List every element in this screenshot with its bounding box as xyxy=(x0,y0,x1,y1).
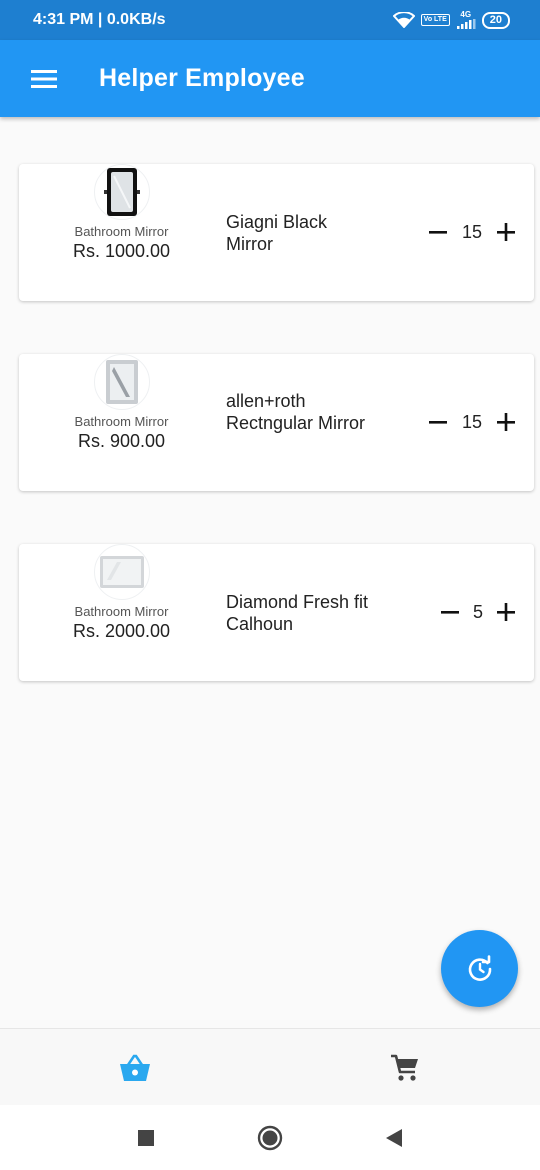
status-bar: 4:31 PM | 0.0KB/s Vo LTE 4G 20 xyxy=(0,0,540,40)
signal-group: 4G xyxy=(456,11,476,29)
item-name: Diamond Fresh fit Calhoun xyxy=(226,592,369,634)
signal-icon xyxy=(456,19,476,29)
plus-icon xyxy=(497,223,515,241)
minus-icon xyxy=(429,231,447,234)
back-button[interactable] xyxy=(372,1116,416,1160)
battery-indicator: 20 xyxy=(481,11,510,29)
mirror-image xyxy=(103,168,140,216)
wifi-icon xyxy=(392,12,415,28)
history-refresh-icon xyxy=(468,954,491,981)
item-price: Rs. 2000.00 xyxy=(72,621,171,641)
menu-icon xyxy=(31,69,57,88)
item-summary: Bathroom Mirror Rs. 2000.00 xyxy=(19,544,224,681)
back-triangle-icon xyxy=(386,1128,402,1147)
cart-item-card: Bathroom Mirror Rs. 900.00 allen+roth Re… xyxy=(19,354,534,491)
system-navigation-bar xyxy=(0,1105,540,1170)
circle-icon xyxy=(257,1125,283,1150)
black-framed-mirror-thumbnail xyxy=(93,164,150,220)
increase-quantity-button[interactable] xyxy=(486,402,526,442)
item-price: Rs. 1000.00 xyxy=(72,241,171,261)
item-category: Bathroom Mirror xyxy=(74,224,169,239)
quantity-value: 5 xyxy=(472,601,483,622)
mirror-image xyxy=(105,360,138,404)
item-category: Bathroom Mirror xyxy=(74,414,169,429)
bottom-navigation xyxy=(0,1028,540,1106)
network-type: 4G xyxy=(460,10,472,19)
app-bar: Helper Employee xyxy=(0,40,540,117)
recent-apps-button[interactable] xyxy=(124,1116,168,1160)
plus-icon xyxy=(497,413,515,431)
nav-basket[interactable] xyxy=(0,1029,270,1106)
quantity-value: 15 xyxy=(461,221,483,242)
cart-item-card: Bathroom Mirror Rs. 1000.00 Giagni Black… xyxy=(19,164,534,301)
decrease-quantity-button[interactable] xyxy=(430,592,470,632)
decrease-quantity-button[interactable] xyxy=(418,402,458,442)
volte-indicator: Vo LTE xyxy=(420,14,450,26)
home-button[interactable] xyxy=(248,1116,292,1160)
cart-item-card: Bathroom Mirror Rs. 2000.00 Diamond Fres… xyxy=(19,544,534,681)
nav-cart[interactable] xyxy=(270,1029,540,1106)
item-name: Giagni Black Mirror xyxy=(226,212,328,254)
status-icons: Vo LTE 4G 20 xyxy=(392,11,510,29)
mirror-image xyxy=(99,556,144,588)
decrease-quantity-button[interactable] xyxy=(418,212,458,252)
status-time-speed: 4:31 PM | 0.0KB/s xyxy=(33,11,166,28)
item-summary: Bathroom Mirror Rs. 1000.00 xyxy=(19,164,224,301)
silver-rectangular-mirror-thumbnail xyxy=(93,354,150,410)
quantity-value: 15 xyxy=(461,411,483,432)
increase-quantity-button[interactable] xyxy=(486,592,526,632)
basket-icon xyxy=(120,1054,150,1081)
quantity-stepper: 5 xyxy=(430,592,526,632)
cart-icon xyxy=(391,1054,418,1081)
page-title: Helper Employee xyxy=(99,64,305,92)
plus-icon xyxy=(497,603,515,621)
increase-quantity-button[interactable] xyxy=(486,212,526,252)
item-price: Rs. 900.00 xyxy=(77,431,166,451)
square-icon xyxy=(138,1129,154,1146)
item-summary: Bathroom Mirror Rs. 900.00 xyxy=(19,354,224,491)
frameless-landscape-mirror-thumbnail xyxy=(93,544,150,600)
minus-icon xyxy=(429,421,447,424)
minus-icon xyxy=(441,611,459,614)
item-category: Bathroom Mirror xyxy=(74,604,169,619)
quantity-stepper: 15 xyxy=(418,212,526,252)
history-fab-button[interactable] xyxy=(441,930,518,1007)
item-name: allen+roth Rectngular Mirror xyxy=(226,391,366,433)
menu-button[interactable] xyxy=(14,49,74,109)
quantity-stepper: 15 xyxy=(418,402,526,442)
